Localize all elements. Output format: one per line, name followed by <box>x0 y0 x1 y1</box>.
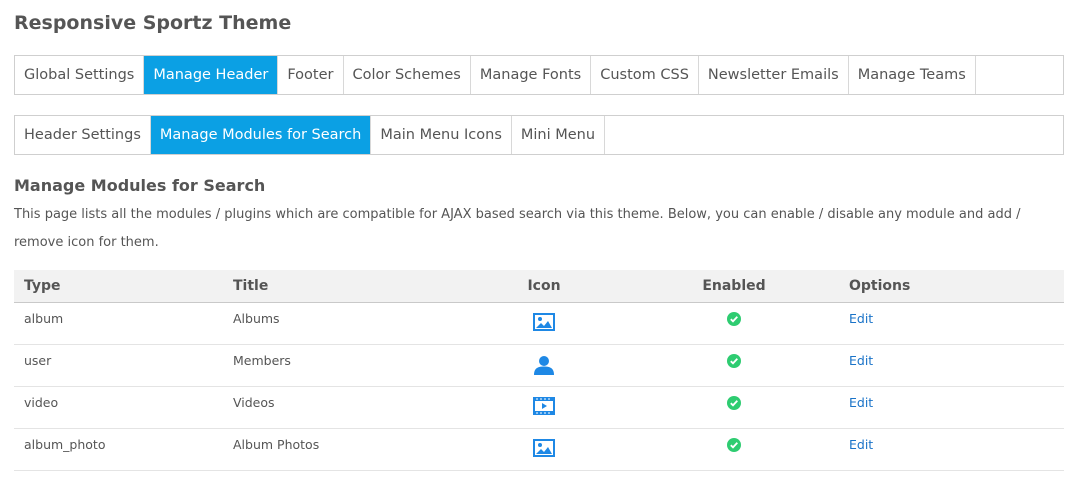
column-header-enabled: Enabled <box>629 270 839 303</box>
type-cell: video <box>14 386 223 429</box>
icon-cell <box>459 302 629 345</box>
edit-link[interactable]: Edit <box>849 311 873 326</box>
options-cell: Edit <box>839 302 1064 345</box>
title-cell: Album Photos <box>223 428 459 471</box>
tab-footer[interactable]: Footer <box>278 56 344 94</box>
type-cell: album <box>14 302 223 345</box>
check-circle-icon[interactable] <box>727 437 741 453</box>
type-cell: user <box>14 344 223 387</box>
main-tab-bar: Global Settings Manage Header Footer Col… <box>14 55 1064 95</box>
enabled-cell <box>629 344 839 387</box>
tab-newsletter-emails[interactable]: Newsletter Emails <box>699 56 849 94</box>
section-description: This page lists all the modules / plugin… <box>14 207 1021 250</box>
check-circle-icon[interactable] <box>727 395 741 411</box>
tab-manage-teams[interactable]: Manage Teams <box>849 56 976 94</box>
options-cell: Edit <box>839 428 1064 471</box>
subtab-mini-menu[interactable]: Mini Menu <box>512 116 606 154</box>
title-cell: Members <box>223 344 459 387</box>
sub-tab-bar: Header Settings Manage Modules for Searc… <box>14 115 1064 155</box>
table-row: video Videos Edit <box>14 386 1064 429</box>
check-circle-icon[interactable] <box>727 353 741 369</box>
column-header-icon: Icon <box>459 270 629 303</box>
section-heading: Manage Modules for Search <box>14 176 266 195</box>
options-cell: Edit <box>839 344 1064 387</box>
column-header-options: Options <box>839 270 1064 303</box>
column-header-type: Type <box>14 270 223 303</box>
title-cell: Albums <box>223 302 459 345</box>
column-header-title: Title <box>223 270 459 303</box>
table-row: album_photo Album Photos Edit <box>14 428 1064 471</box>
table-header-row: Type Title Icon Enabled Options <box>14 270 1064 303</box>
tab-manage-fonts[interactable]: Manage Fonts <box>471 56 592 94</box>
tab-manage-header[interactable]: Manage Header <box>144 56 279 94</box>
image-icon <box>533 438 555 457</box>
edit-link[interactable]: Edit <box>849 395 873 410</box>
subtab-manage-modules-for-search[interactable]: Manage Modules for Search <box>150 116 372 154</box>
icon-cell <box>459 344 629 387</box>
video-icon <box>533 396 555 415</box>
user-icon <box>533 355 555 375</box>
check-circle-icon[interactable] <box>727 311 741 327</box>
icon-cell <box>459 428 629 471</box>
enabled-cell <box>629 302 839 345</box>
subtab-main-menu-icons[interactable]: Main Menu Icons <box>371 116 512 154</box>
enabled-cell <box>629 386 839 429</box>
tab-color-schemes[interactable]: Color Schemes <box>344 56 471 94</box>
edit-link[interactable]: Edit <box>849 353 873 368</box>
icon-cell <box>459 386 629 429</box>
tab-custom-css[interactable]: Custom CSS <box>591 56 699 94</box>
title-cell: Videos <box>223 386 459 429</box>
subtab-header-settings[interactable]: Header Settings <box>15 116 151 154</box>
table-row: user Members Edit <box>14 344 1064 387</box>
options-cell: Edit <box>839 386 1064 429</box>
edit-link[interactable]: Edit <box>849 437 873 452</box>
page-title: Responsive Sportz Theme <box>14 12 292 34</box>
table-row: album Albums Edit <box>14 302 1064 345</box>
tab-global-settings[interactable]: Global Settings <box>15 56 145 94</box>
type-cell: album_photo <box>14 428 223 471</box>
modules-table: Type Title Icon Enabled Options album Al… <box>14 270 1064 471</box>
enabled-cell <box>629 428 839 471</box>
image-icon <box>533 312 555 331</box>
